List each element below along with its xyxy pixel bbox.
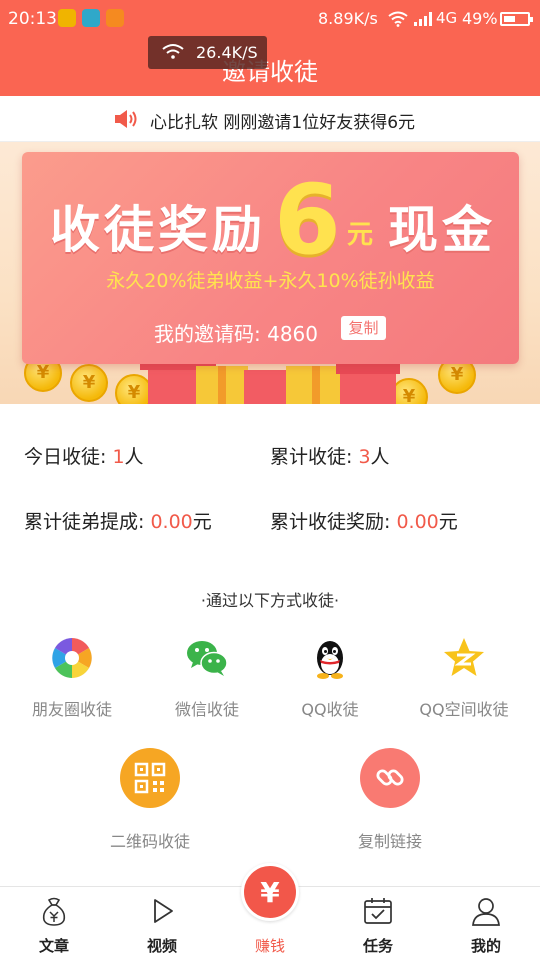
status-net-speed: 8.89K/s [318, 9, 378, 28]
nav-label: 任务 [362, 937, 393, 955]
methods-title: ·通过以下方式收徒· [200, 591, 340, 610]
status-battery: 49% [462, 9, 498, 28]
stat-label: 累计收徒: [270, 446, 359, 468]
nav-item-articles[interactable]: 文章 [0, 887, 108, 960]
calendar-check-icon [364, 898, 392, 924]
page-title: 邀请收徒 [222, 58, 318, 86]
stat-value: 1 [112, 446, 125, 468]
method-label: QQ收徒 [301, 700, 359, 719]
battery-icon [500, 12, 533, 26]
nav-item-videos[interactable]: 视频 [108, 887, 216, 960]
top-bar: 20:13 8.89K/s 4G 49% 邀请收徒 26.4K/S [0, 0, 540, 96]
stat-reward: 累计收徒奖励: 0.00元 [270, 507, 458, 534]
wifi-icon [162, 44, 184, 59]
method-label: 二维码收徒 [109, 832, 190, 851]
money-bag-icon [42, 897, 66, 926]
reward-title-left: 收徒奖励 [50, 201, 266, 259]
nav-label: 我的 [470, 937, 501, 955]
stat-value: 3 [358, 446, 371, 468]
invite-code-value: 4860 [267, 322, 319, 346]
user-icon [472, 898, 500, 926]
moments-icon [52, 638, 92, 678]
nav-item-profile[interactable]: 我的 [432, 887, 540, 960]
status-network: 4G [436, 9, 458, 27]
invite-code-row: 我的邀请码: 4860 [154, 318, 318, 347]
qzone-icon [444, 638, 484, 676]
qq-icon [317, 641, 343, 679]
link-icon [360, 748, 420, 808]
speaker-icon [115, 110, 137, 128]
signal-icon [414, 12, 432, 26]
qrcode-icon [120, 748, 180, 808]
stat-total-disciples: 累计收徒: 3人 [270, 442, 390, 469]
notice-bar: 心比扎软 刚刚邀请1位好友获得6元 [0, 96, 540, 142]
stat-unit: 人 [370, 446, 390, 468]
stat-commission: 累计徒弟提成: 0.00元 [24, 507, 212, 534]
nav-label: 文章 [38, 937, 69, 955]
method-label: QQ空间收徒 [419, 700, 509, 719]
status-time: 20:13 [8, 9, 57, 29]
nav-label: 赚钱 [254, 937, 285, 955]
stat-unit: 人 [124, 446, 144, 468]
invite-code-label: 我的邀请码: [154, 322, 261, 346]
scan-notification-icon [82, 9, 100, 27]
method-label: 朋友圈收徒 [31, 700, 112, 719]
stat-value: 0.00 [150, 511, 193, 533]
floating-speed-value: 26.4K/S [196, 43, 258, 62]
stat-today-disciples: 今日收徒: 1人 [24, 442, 144, 469]
reward-title-right: 现金 [388, 201, 496, 259]
reward-subtitle: 永久20%徒弟收益+永久10%徒孙收益 [106, 270, 435, 292]
nav-item-tasks[interactable]: 任务 [324, 887, 432, 960]
notice-text: 心比扎软 刚刚邀请1位好友获得6元 [150, 113, 416, 133]
app-notification-icon-2 [106, 9, 124, 27]
wifi-icon [388, 11, 408, 27]
coin-icon: ¥ [70, 364, 108, 402]
method-label: 复制链接 [357, 832, 422, 851]
stat-label: 累计徒弟提成: [24, 511, 151, 533]
stat-label: 今日收徒: [24, 446, 113, 468]
earn-center-button[interactable]: ¥ [241, 863, 299, 921]
copy-code-button[interactable]: 复制 [341, 316, 386, 340]
stat-label: 累计收徒奖励: [270, 511, 397, 533]
reward-title: 收徒奖励 6 元 现金 [22, 164, 519, 276]
yuan-icon: ¥ [260, 876, 280, 909]
nav-label: 视频 [146, 937, 177, 955]
reward-amount: 6 [274, 164, 341, 276]
reward-unit: 元 [347, 220, 374, 250]
stat-unit: 元 [192, 511, 212, 533]
app-notification-icon [58, 9, 76, 27]
floating-speed-widget: 26.4K/S [148, 36, 267, 69]
wechat-icon [187, 641, 228, 676]
reward-card: 收徒奖励 6 元 现金 永久20%徒弟收益+永久10%徒孙收益 我的邀请码: 4… [22, 152, 519, 364]
stat-value: 0.00 [396, 511, 439, 533]
stat-unit: 元 [438, 511, 458, 533]
method-label: 微信收徒 [174, 700, 239, 719]
play-icon [154, 899, 173, 923]
invite-page: 20:13 8.89K/s 4G 49% 邀请收徒 26.4K/S 心比扎软 刚… [0, 0, 540, 960]
status-bar: 20:13 8.89K/s 4G 49% [0, 0, 540, 38]
